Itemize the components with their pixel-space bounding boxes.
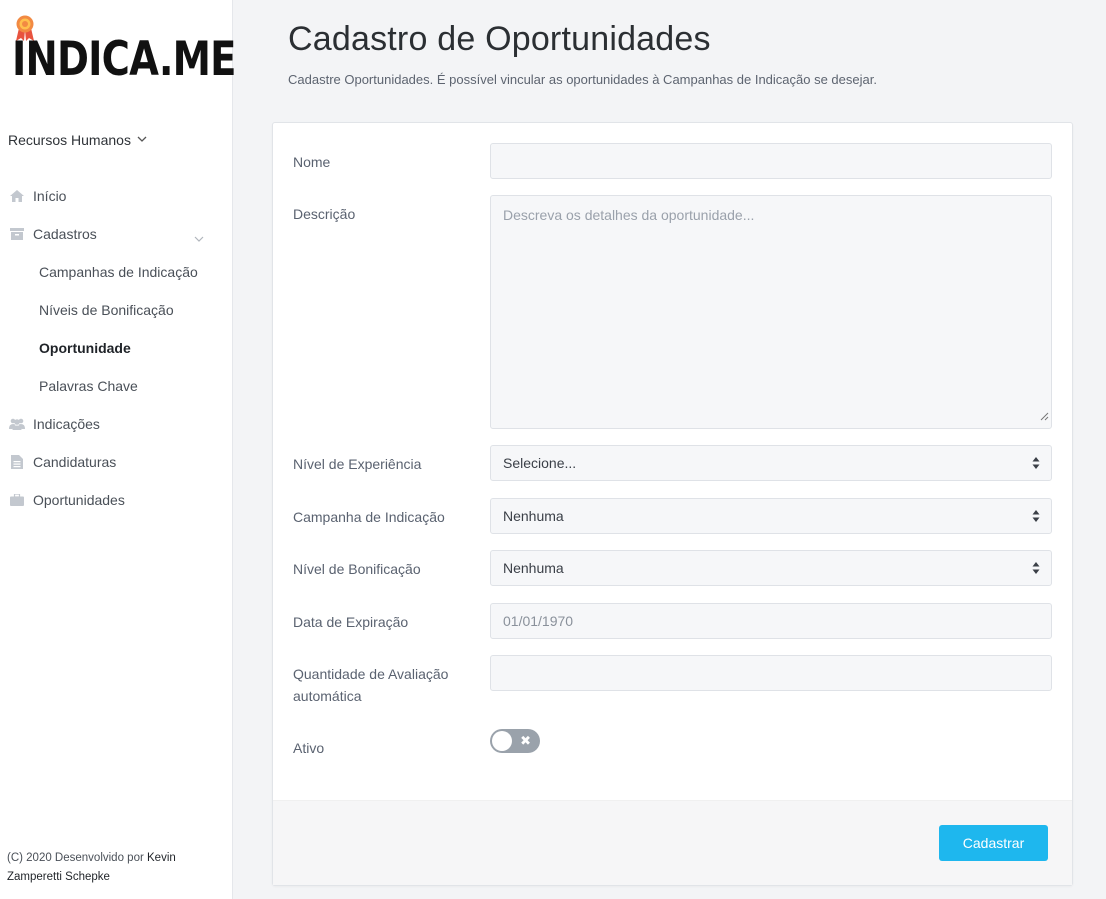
- sort-arrows-icon: [1032, 562, 1040, 574]
- chevron-down-icon: [194, 229, 204, 245]
- sidebar: INDICA.ME Recursos Humanos Início Cadast…: [0, 0, 237, 899]
- page-subtitle: Cadastre Oportunidades. É possível vincu…: [288, 72, 877, 87]
- sidebar-item-label: Indicações: [33, 416, 100, 432]
- data-expiracao-label: Data de Expiração: [293, 614, 409, 630]
- sidebar-item-label: Cadastros: [33, 226, 97, 242]
- briefcase-icon: [9, 493, 25, 507]
- sidebar-item-label: Níveis de Bonificação: [39, 302, 174, 318]
- sidebar-item-label: Oportunidade: [39, 340, 131, 356]
- sidebar-item-label: Oportunidades: [33, 492, 125, 508]
- nome-input[interactable]: [490, 143, 1052, 179]
- sidebar-item-label: Início: [33, 188, 67, 204]
- nome-label: Nome: [293, 154, 331, 170]
- close-icon: ✖: [520, 733, 531, 748]
- logo-text: INDICA.ME: [12, 32, 237, 87]
- campanha-label: Campanha de Indicação: [293, 509, 445, 525]
- cadastrar-button[interactable]: Cadastrar: [939, 825, 1048, 861]
- nivel-bonificacao-value: Nenhuma: [503, 560, 564, 576]
- form-card: Nome Descrição Descreva os detalhes da o…: [272, 122, 1073, 886]
- sidebar-item-label: Palavras Chave: [39, 378, 138, 394]
- chevron-down-icon: [137, 134, 147, 145]
- main-content: Cadastro de Oportunidades Cadastre Oport…: [233, 0, 1106, 899]
- sidebar-item-label: Candidaturas: [33, 454, 117, 470]
- form-footer: Cadastrar: [273, 800, 1072, 885]
- users-icon: [9, 417, 25, 431]
- page-title: Cadastro de Oportunidades: [288, 20, 711, 58]
- quantidade-label: Quantidade de Avaliação automática: [293, 666, 449, 704]
- descricao-placeholder: Descreva os detalhes da oportunidade...: [503, 207, 755, 223]
- ativo-toggle[interactable]: ✖: [490, 729, 540, 753]
- nivel-experiencia-value: Selecione...: [503, 455, 577, 471]
- sidebar-item-palavras-chave[interactable]: Palavras Chave: [0, 367, 232, 405]
- nivel-bonificacao-label: Nível de Bonificação: [293, 561, 421, 577]
- data-expiracao-input[interactable]: 01/01/1970: [490, 603, 1052, 639]
- sidebar-item-oportunidades[interactable]: Oportunidades: [0, 481, 232, 519]
- sort-arrows-icon: [1032, 457, 1040, 469]
- sidebar-item-cadastros[interactable]: Cadastros: [0, 215, 232, 253]
- sidebar-footer: (C) 2020 Desenvolvido por Kevin Zamperet…: [7, 849, 222, 887]
- nivel-bonificacao-select[interactable]: Nenhuma: [490, 550, 1052, 586]
- archive-icon: [9, 227, 25, 241]
- sidebar-item-label: Campanhas de Indicação: [39, 264, 198, 280]
- sort-arrows-icon: [1032, 510, 1040, 522]
- campanha-value: Nenhuma: [503, 508, 564, 524]
- sidebar-item-campanhas[interactable]: Campanhas de Indicação: [0, 253, 232, 291]
- sidebar-nav: Início Cadastros Campanhas de Indicação …: [0, 177, 232, 519]
- quantidade-input[interactable]: [490, 655, 1052, 691]
- footer-text: (C) 2020 Desenvolvido por: [7, 852, 144, 864]
- nivel-experiencia-label: Nível de Experiência: [293, 456, 422, 472]
- descricao-textarea[interactable]: Descreva os detalhes da oportunidade...: [490, 195, 1052, 429]
- home-icon: [9, 189, 25, 203]
- sidebar-item-candidaturas[interactable]: Candidaturas: [0, 443, 232, 481]
- sidebar-item-inicio[interactable]: Início: [0, 177, 232, 215]
- nivel-experiencia-select[interactable]: Selecione...: [490, 445, 1052, 481]
- descricao-label: Descrição: [293, 206, 356, 222]
- toggle-knob: [492, 731, 512, 751]
- sidebar-item-niveis[interactable]: Níveis de Bonificação: [0, 291, 232, 329]
- file-icon: [9, 455, 25, 469]
- role-label: Recursos Humanos: [8, 132, 131, 148]
- ativo-label: Ativo: [293, 740, 325, 756]
- resize-handle-icon[interactable]: [1040, 406, 1049, 426]
- campanha-select[interactable]: Nenhuma: [490, 498, 1052, 534]
- role-selector[interactable]: Recursos Humanos: [8, 132, 147, 148]
- logo[interactable]: INDICA.ME: [12, 14, 237, 90]
- sidebar-item-indicacoes[interactable]: Indicações: [0, 405, 232, 443]
- sidebar-item-oportunidade[interactable]: Oportunidade: [0, 329, 232, 367]
